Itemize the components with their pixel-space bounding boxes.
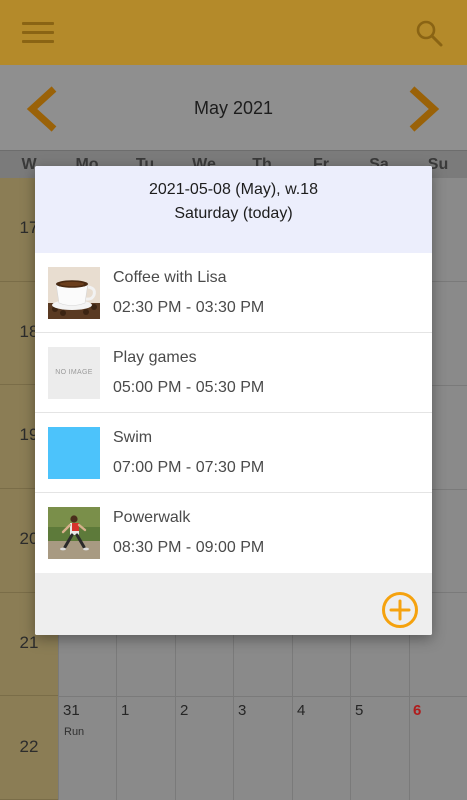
day-number[interactable]: 31 (63, 702, 80, 719)
week-number-cell[interactable]: 22 (0, 697, 58, 800)
day-number[interactable]: 2 (180, 702, 188, 719)
menu-icon[interactable] (22, 22, 54, 44)
event-item[interactable]: Powerwalk 08:30 PM - 09:00 PM (35, 493, 432, 573)
dialog-header: 2021-05-08 (May), w.18 Saturday (today) (35, 166, 432, 253)
walking-person-image (48, 507, 100, 559)
search-icon[interactable] (414, 18, 444, 48)
coffee-cup-image (48, 267, 100, 319)
add-event-icon[interactable] (381, 591, 419, 629)
grid-line (58, 696, 467, 697)
event-time: 05:00 PM - 05:30 PM (113, 379, 265, 396)
event-time: 02:30 PM - 03:30 PM (113, 299, 265, 316)
month-title: May 2021 (193, 98, 274, 118)
day-number[interactable]: 3 (238, 702, 246, 719)
week-number: 21 (19, 632, 39, 652)
day-number[interactable]: 5 (355, 702, 363, 719)
sunday-day-number[interactable]: 6 (413, 702, 421, 719)
next-month-icon[interactable] (402, 85, 442, 133)
dialog-weekday: Saturday (today) (174, 205, 293, 222)
app-bar (0, 0, 467, 65)
dialog-footer (35, 573, 432, 635)
event-time: 07:00 PM - 07:30 PM (113, 459, 265, 476)
event-title: Coffee with Lisa (113, 269, 227, 286)
event-title: Swim (113, 429, 153, 446)
event-item[interactable]: Swim 07:00 PM - 07:30 PM (35, 413, 432, 493)
month-navigation: May 2021 (0, 65, 467, 150)
day-events-dialog: 2021-05-08 (May), w.18 Saturday (today) … (35, 166, 432, 635)
dialog-date: 2021-05-08 (May), w.18 (149, 181, 318, 198)
day-number[interactable]: 4 (297, 702, 305, 719)
event-item[interactable]: NO IMAGE Play games 05:00 PM - 05:30 PM (35, 333, 432, 413)
day-event-note: Run (64, 726, 85, 738)
event-title: Powerwalk (113, 509, 191, 526)
day-number[interactable]: 1 (121, 702, 129, 719)
event-time: 08:30 PM - 09:00 PM (113, 539, 265, 556)
color-swatch (48, 427, 100, 479)
week-number: 22 (19, 736, 39, 756)
no-image-placeholder: NO IMAGE (48, 347, 100, 399)
no-image-label: NO IMAGE (48, 347, 100, 399)
event-title: Play games (113, 349, 197, 366)
event-item[interactable]: Coffee with Lisa 02:30 PM - 03:30 PM (35, 253, 432, 333)
